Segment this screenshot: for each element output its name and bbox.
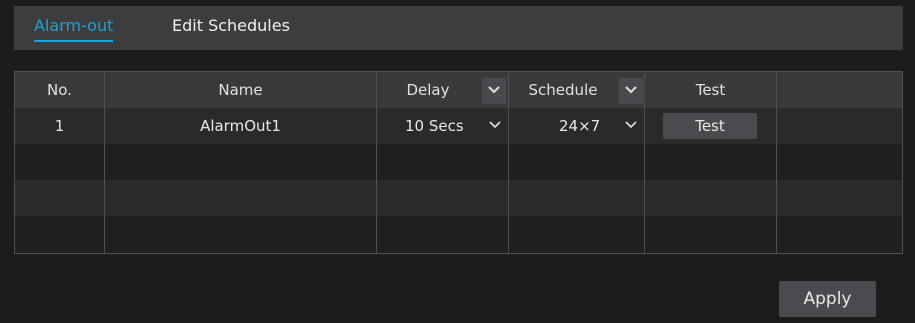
table-row-empty — [15, 180, 902, 216]
schedule-bulk-dropdown[interactable] — [619, 78, 643, 104]
header-test: Test — [695, 81, 726, 99]
active-tab-underline — [34, 40, 114, 42]
tab-alarm-out[interactable]: Alarm-out — [34, 16, 114, 42]
table-row-empty — [15, 216, 902, 253]
column-divider — [508, 72, 509, 253]
chevron-down-icon — [625, 121, 637, 129]
header-no: No. — [47, 81, 72, 99]
chevron-down-icon — [625, 86, 637, 94]
table-header-row: No. Name Delay Schedule Test — [15, 72, 902, 108]
schedule-select[interactable]: 24×7 — [559, 108, 639, 144]
tab-bar: Alarm-out Edit Schedules — [14, 6, 903, 50]
column-divider — [776, 72, 777, 253]
header-name: Name — [218, 81, 263, 99]
row-name: AlarmOut1 — [200, 117, 281, 135]
column-divider — [376, 72, 377, 253]
row-no: 1 — [54, 117, 65, 135]
table-row: 1 AlarmOut1 10 Secs 24×7 Test — [15, 108, 902, 144]
tab-alarm-out-label: Alarm-out — [34, 16, 114, 35]
apply-button[interactable]: Apply — [779, 281, 876, 317]
schedule-select-value: 24×7 — [559, 117, 601, 135]
tab-edit-schedules-label: Edit Schedules — [172, 16, 290, 35]
header-schedule: Schedule — [528, 81, 598, 99]
table-row-empty — [15, 144, 902, 180]
chevron-down-icon — [489, 121, 501, 129]
tab-edit-schedules[interactable]: Edit Schedules — [172, 16, 290, 35]
delay-bulk-dropdown[interactable] — [482, 78, 506, 104]
header-delay: Delay — [406, 81, 450, 99]
chevron-down-icon — [488, 86, 500, 94]
column-divider — [644, 72, 645, 253]
test-button[interactable]: Test — [663, 113, 757, 139]
delay-select[interactable]: 10 Secs — [405, 108, 505, 144]
alarm-out-table: No. Name Delay Schedule Test 1 AlarmOut1… — [14, 71, 903, 254]
delay-select-value: 10 Secs — [405, 117, 464, 135]
column-divider — [104, 72, 105, 253]
